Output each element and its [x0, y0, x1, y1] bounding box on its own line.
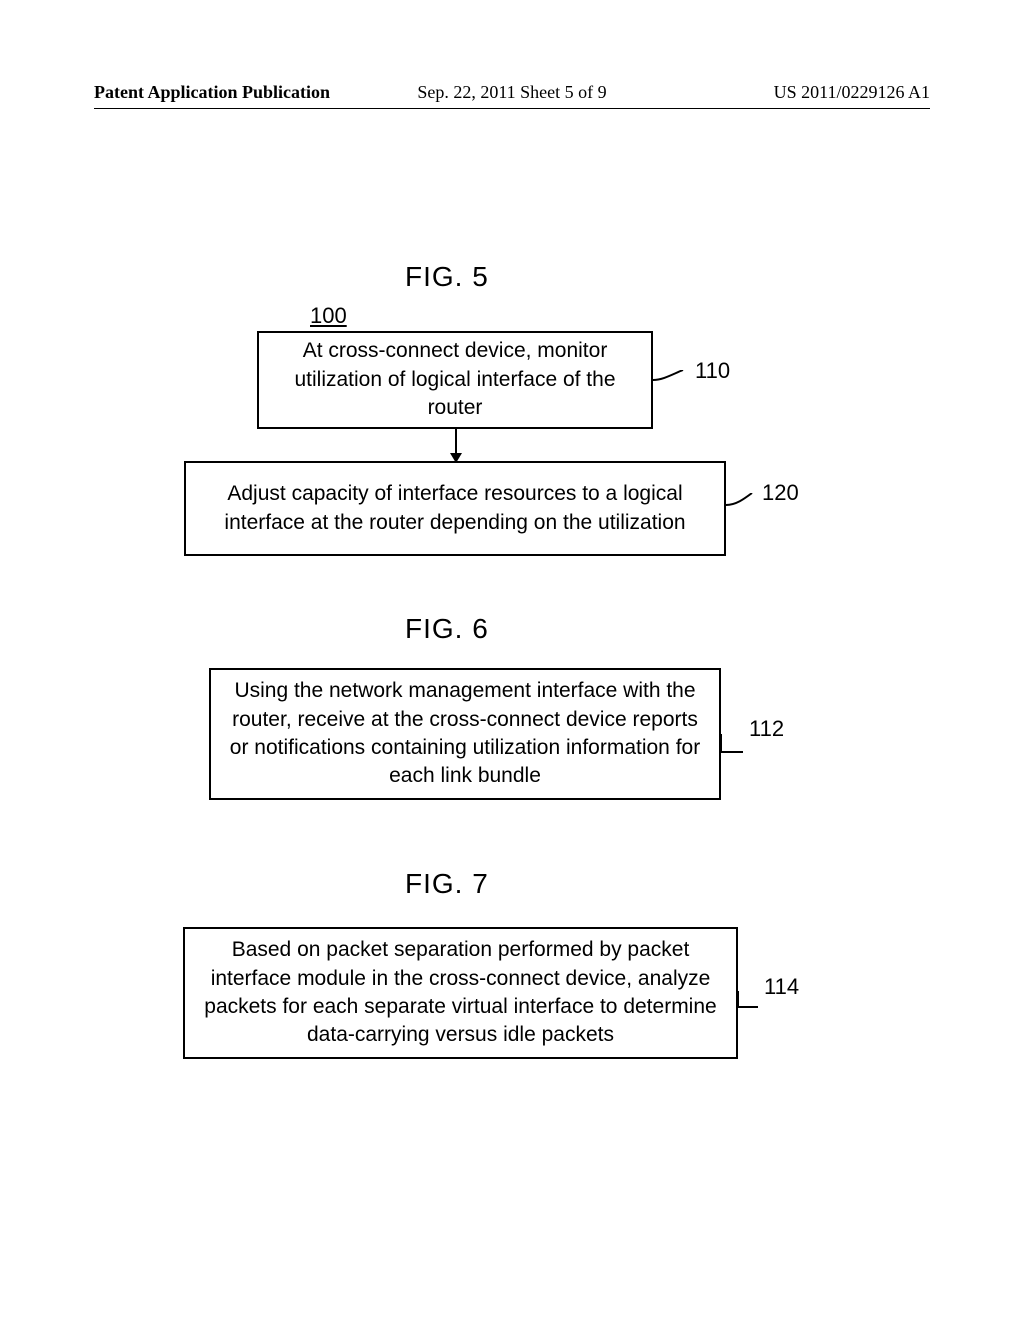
arrow-110-120: [448, 429, 464, 465]
num-114: 114: [764, 974, 799, 1000]
figure-7-title: FIG. 7: [405, 868, 489, 900]
box-114-text: Based on packet separation performed by …: [195, 936, 726, 1049]
num-120: 120: [762, 480, 799, 506]
box-110-text: At cross-connect device, monitor utiliza…: [269, 337, 641, 422]
box-120-text: Adjust capacity of interface resources t…: [196, 480, 714, 537]
num-110: 110: [695, 358, 730, 384]
leader-110: [653, 370, 693, 394]
leader-120: [726, 493, 760, 517]
figure-5-ref: 100: [310, 303, 347, 329]
page-header: Patent Application Publication Sep. 22, …: [0, 82, 1024, 103]
leader-114: [738, 991, 766, 1011]
header-left: Patent Application Publication: [94, 82, 330, 103]
figure-5-title: FIG. 5: [405, 261, 489, 293]
header-right: US 2011/0229126 A1: [774, 82, 930, 103]
box-112: Using the network management interface w…: [209, 668, 721, 800]
leader-112: [721, 734, 751, 756]
num-112: 112: [749, 716, 784, 742]
figure-6-title: FIG. 6: [405, 613, 489, 645]
box-110: At cross-connect device, monitor utiliza…: [257, 331, 653, 429]
box-114: Based on packet separation performed by …: [183, 927, 738, 1059]
box-120: Adjust capacity of interface resources t…: [184, 461, 726, 556]
box-112-text: Using the network management interface w…: [221, 677, 709, 790]
header-rule: [94, 108, 930, 109]
